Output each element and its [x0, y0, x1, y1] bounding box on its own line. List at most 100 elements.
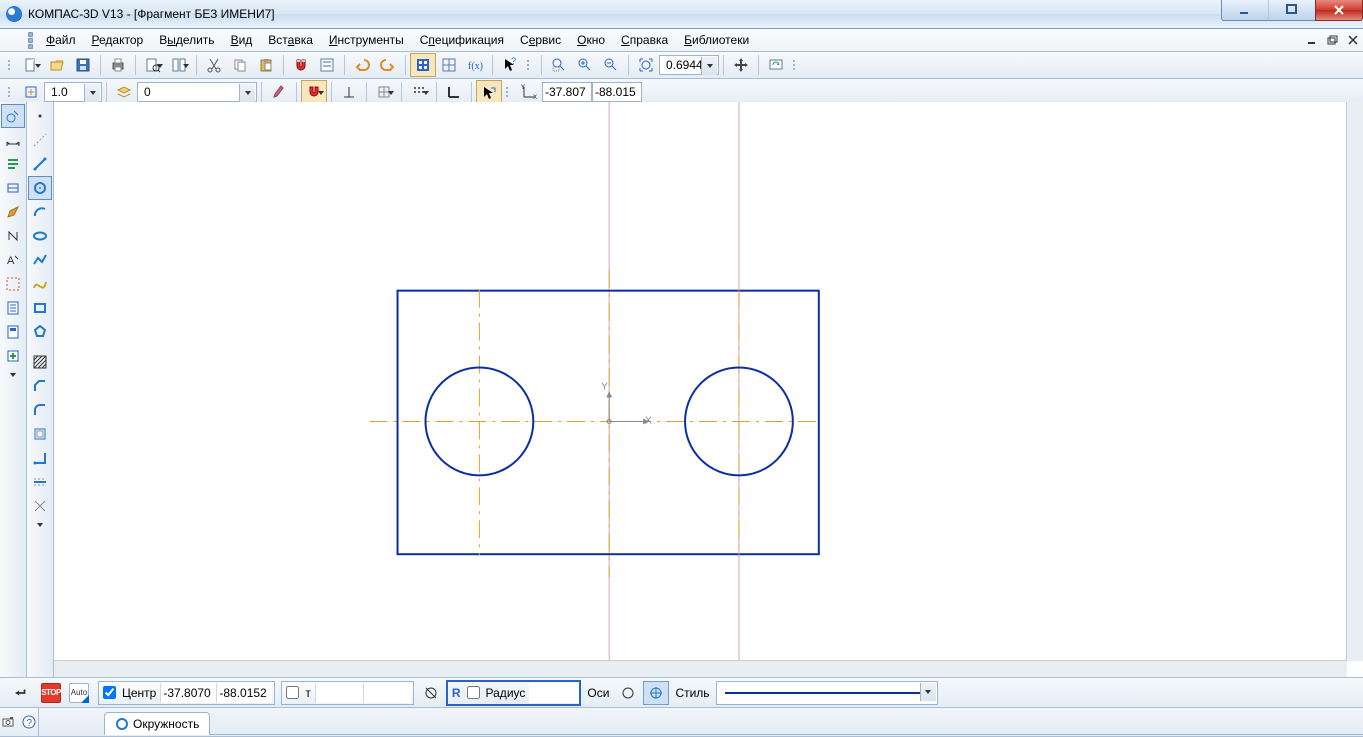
insert-panel-button[interactable] [1, 344, 25, 368]
contour-tool-button[interactable] [28, 446, 52, 470]
notation-panel-button[interactable] [1, 176, 25, 200]
coord-y-input[interactable] [592, 82, 642, 102]
toolbar1-endgrip[interactable] [793, 60, 799, 70]
designation-panel-button[interactable] [1, 152, 25, 176]
center-y-input[interactable] [216, 683, 272, 703]
horizontal-scrollbar[interactable] [54, 660, 1347, 677]
linestyle-dropdown[interactable] [716, 681, 938, 705]
tangent-x-input[interactable] [315, 683, 363, 703]
properties-button[interactable] [314, 53, 340, 77]
stop-command-button[interactable]: STOP [38, 681, 64, 705]
menubar-grip[interactable] [28, 29, 34, 51]
menu-view[interactable]: Вид [223, 31, 261, 49]
current-layer-dropdown[interactable]: 0 [137, 82, 257, 102]
enter-button[interactable] [6, 681, 36, 705]
menu-help[interactable]: Справка [613, 31, 676, 49]
zoom-fit-button[interactable] [633, 53, 659, 77]
ortho-button[interactable] [441, 80, 467, 104]
axes-off-button[interactable] [615, 681, 641, 705]
sheet-button[interactable] [166, 53, 192, 77]
coord-system-icon[interactable]: YX [516, 80, 542, 104]
tangent-lock-checkbox[interactable] [286, 686, 299, 699]
mdi-close-button[interactable] [1341, 33, 1359, 47]
zoom-value-dropdown[interactable]: 0.6944 [659, 55, 719, 75]
menu-libs[interactable]: Библиотеки [676, 31, 757, 49]
center-lock-checkbox[interactable] [103, 686, 116, 699]
menu-window[interactable]: Окно [569, 31, 613, 49]
polyline-tool-button[interactable] [28, 248, 52, 272]
spline-tool-button[interactable] [28, 272, 52, 296]
line-width-dropdown[interactable]: 1.0 [44, 82, 102, 102]
mdi-restore-button[interactable] [1321, 33, 1339, 47]
spec-panel-button[interactable] [1, 296, 25, 320]
measure-panel-button[interactable]: A [1, 248, 25, 272]
parametry-panel-button[interactable] [1, 224, 25, 248]
auxline-tool-button[interactable] [28, 128, 52, 152]
window-minimize-button[interactable] [1221, 0, 1268, 21]
menu-file[interactable]: Файл [38, 31, 84, 49]
window-maximize-button[interactable] [1268, 0, 1315, 21]
rectangle-tool-button[interactable] [28, 296, 52, 320]
magnet-button[interactable] [288, 53, 314, 77]
segment-tool-button[interactable] [28, 152, 52, 176]
chamfer-tool-button[interactable] [28, 374, 52, 398]
offset-tool-button[interactable] [28, 422, 52, 446]
panel-dropdown-arrow-icon[interactable] [10, 368, 16, 382]
toolbar1-grip2[interactable] [527, 60, 533, 70]
dimensions-panel-button[interactable] [1, 128, 25, 152]
new-doc-button[interactable] [18, 53, 44, 77]
grid-button[interactable] [371, 80, 397, 104]
center-x-input[interactable] [160, 683, 216, 703]
menu-tools[interactable]: Инструменты [321, 31, 412, 49]
help-status-icon[interactable]: ? [20, 712, 38, 732]
report-panel-button[interactable] [1, 320, 25, 344]
circle-tool-button[interactable] [28, 176, 52, 200]
zoom-window-button[interactable] [546, 53, 572, 77]
mdi-minimize-button[interactable] [1301, 33, 1319, 47]
open-button[interactable] [44, 53, 70, 77]
geometry-panel-button[interactable] [1, 104, 25, 128]
variables-button[interactable]: f(x) [462, 53, 488, 77]
menu-insert[interactable]: Вставка [260, 31, 321, 49]
autorun-button[interactable]: Auto [66, 681, 92, 705]
help-pointer-button[interactable]: ? [497, 53, 523, 77]
radius-input[interactable] [529, 683, 579, 703]
toolbar2-grip[interactable] [8, 87, 14, 97]
axes-on-button[interactable] [643, 681, 669, 705]
brush-button[interactable] [266, 80, 292, 104]
equidistant-tool-button[interactable] [28, 470, 52, 494]
misc-tool-button[interactable] [28, 494, 52, 518]
layers-button[interactable] [111, 80, 137, 104]
vertical-scrollbar[interactable] [1346, 102, 1363, 661]
undo-button[interactable] [349, 53, 375, 77]
menu-spec[interactable]: Спецификация [412, 31, 512, 49]
window-close-button[interactable] [1315, 0, 1363, 21]
drawing-canvas[interactable]: X Y [54, 102, 1363, 677]
select-panel-button[interactable] [1, 272, 25, 296]
toolbar2-grip2[interactable] [506, 87, 512, 97]
paste-button[interactable] [253, 53, 279, 77]
round-coords-button[interactable] [476, 80, 502, 104]
cut-button[interactable] [201, 53, 227, 77]
fillet-tool-button[interactable] [28, 398, 52, 422]
preview-button[interactable] [140, 53, 166, 77]
redo-button[interactable] [375, 53, 401, 77]
manager-button[interactable] [410, 53, 436, 77]
status-tab-circle[interactable]: Окружность [104, 712, 210, 735]
point-tool-button[interactable] [28, 104, 52, 128]
snap-grid-button[interactable] [406, 80, 432, 104]
copy-button[interactable] [227, 53, 253, 77]
edit-panel-button[interactable] [1, 200, 25, 224]
menu-select[interactable]: Выделить [151, 31, 222, 49]
arc-tool-button[interactable] [28, 200, 52, 224]
zoom-out-button[interactable] [598, 53, 624, 77]
redraw-button[interactable] [763, 53, 789, 77]
menu-editor[interactable]: Редактор [84, 31, 152, 49]
polygon-tool-button[interactable] [28, 320, 52, 344]
snap-button[interactable] [301, 80, 327, 104]
no-diameter-button[interactable] [418, 681, 444, 705]
pan-button[interactable] [728, 53, 754, 77]
perpendicular-button[interactable] [336, 80, 362, 104]
print-button[interactable] [105, 53, 131, 77]
coord-x-input[interactable] [542, 82, 592, 102]
